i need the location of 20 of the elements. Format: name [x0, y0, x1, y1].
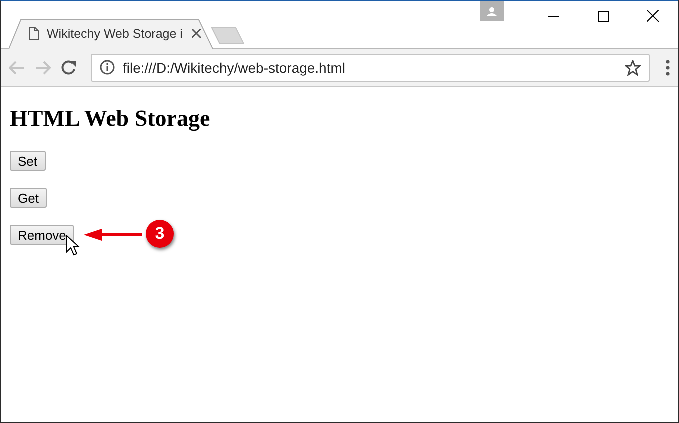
page-button[interactable]: Set [10, 151, 46, 171]
reload-icon[interactable] [61, 60, 77, 76]
step-number: 3 [146, 220, 174, 248]
tab-background[interactable] [9, 20, 213, 49]
close-icon[interactable] [192, 29, 201, 38]
url-text: file:///D:/Wikitechy/web-storage.html [123, 60, 347, 76]
page-button[interactable]: Remove [10, 225, 74, 245]
maximize-icon[interactable] [598, 10, 608, 22]
person-icon [487, 6, 497, 16]
annotation-arrow [84, 229, 142, 241]
close-icon[interactable] [647, 10, 659, 22]
cursor-icon [66, 235, 80, 257]
page-heading: HTML Web Storage [10, 106, 210, 132]
menu-icon[interactable] [666, 60, 670, 76]
page-button[interactable]: Get [10, 188, 47, 208]
tab-title: Wikitechy Web Storage i [47, 26, 184, 40]
document-icon [29, 27, 39, 40]
info-icon[interactable] [100, 60, 115, 75]
star-icon[interactable] [625, 60, 641, 76]
address-bar[interactable]: file:///D:/Wikitechy/web-storage.html [91, 54, 650, 82]
